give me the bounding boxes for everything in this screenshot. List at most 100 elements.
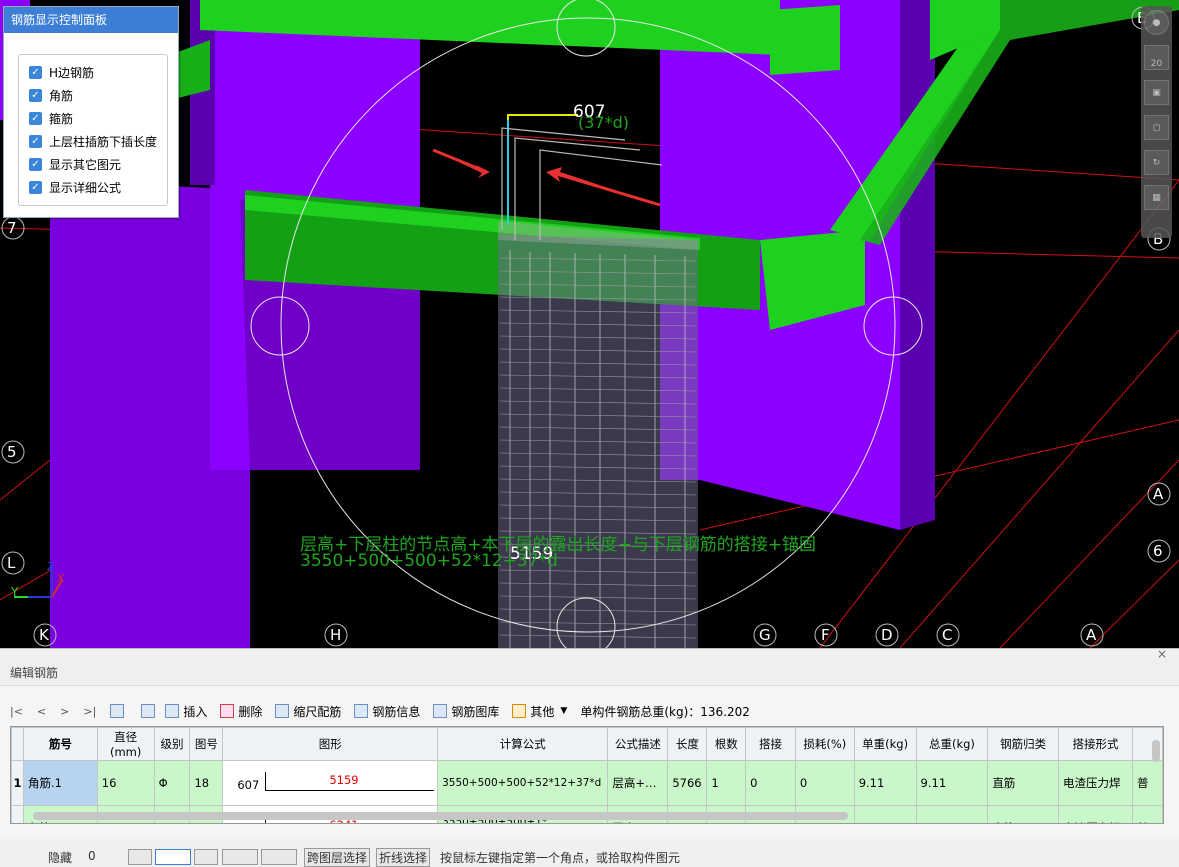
cell-count[interactable]: 1: [706, 760, 747, 806]
other-label: 其他: [530, 704, 555, 719]
cell-category[interactable]: 直筋: [987, 805, 1060, 823]
dim-top-formula: (37*d): [578, 113, 629, 132]
cell-lap[interactable]: 0: [745, 760, 796, 806]
3d-viewport[interactable]: 7 5 L K H G F D C A E B A 6 Y Z X 607 (3…: [0, 0, 1179, 648]
rebar-library-button[interactable]: 钢筋图库: [433, 703, 499, 720]
column-header[interactable]: 根数: [706, 727, 747, 761]
last-record-button[interactable]: >|: [83, 705, 96, 718]
add-toggle[interactable]: [261, 849, 297, 865]
polyline-select-button[interactable]: 折线选择: [376, 848, 431, 867]
cell-loss[interactable]: 0: [794, 760, 855, 806]
checkbox-checked-icon[interactable]: ✓: [29, 135, 42, 148]
cell-bar-name[interactable]: 角筋.1: [22, 760, 98, 806]
cell-category[interactable]: 直筋: [987, 760, 1060, 806]
insert-icon: [165, 704, 180, 718]
option-label: 上层柱插筋下插长度: [49, 135, 158, 149]
axis-label-g: G: [759, 626, 771, 644]
row-number[interactable]: 2: [11, 805, 24, 823]
option-stirrup[interactable]: ✓ 箍筋: [19, 107, 167, 130]
next-record-button[interactable]: >: [60, 705, 69, 718]
delete-button[interactable]: 删除: [220, 703, 262, 720]
checkbox-checked-icon[interactable]: ✓: [29, 89, 42, 102]
option-detailed-formula[interactable]: ✓ 显示详细公式: [19, 176, 167, 199]
first-record-button[interactable]: |<: [10, 705, 23, 718]
cell-lap-form[interactable]: 电渣压力焊: [1058, 805, 1133, 823]
cell-formula[interactable]: 3550+500+500+52*12+37*d: [437, 760, 609, 806]
horizontal-scrollbar[interactable]: [33, 812, 848, 820]
view-toolbar: ● 20 ▣ ◻ ↻ ▦: [1141, 6, 1172, 238]
column-header[interactable]: 图号: [189, 727, 224, 761]
editor-toolbar: |< < > >| 插入 删除 缩尺配筋 钢筋信息 钢筋图库 其他 ▼ 单构件钢筋…: [10, 696, 1160, 726]
cell-figure-no[interactable]: 18: [189, 760, 224, 806]
cell-unit-weight[interactable]: 10.82: [853, 805, 917, 823]
sphere-icon[interactable]: ●: [1144, 10, 1169, 35]
table-row[interactable]: 1 角筋.1 16 Φ 18 607 5159 3550+500+500+52*…: [11, 760, 1163, 806]
column-header[interactable]: 级别: [153, 727, 191, 761]
vertical-scrollbar[interactable]: [1152, 740, 1160, 762]
checkbox-checked-icon[interactable]: ✓: [29, 66, 42, 79]
option-corner-rebar[interactable]: ✓ 角筋: [19, 84, 167, 107]
cell-total-weight[interactable]: 9.11: [915, 760, 989, 806]
cell-lap-form[interactable]: 电渣压力焊: [1058, 760, 1133, 806]
cell-extra[interactable]: 普: [1131, 805, 1163, 823]
scale-rebar-button[interactable]: 缩尺配筋: [275, 703, 341, 720]
document-icon: [354, 704, 369, 718]
option-dowel-length[interactable]: ✓ 上层柱插筋下插长度: [19, 130, 167, 153]
column-header[interactable]: 长度: [667, 727, 708, 761]
cell-extra[interactable]: 普: [1131, 760, 1163, 806]
cross-layer-select-button[interactable]: 跨图层选择: [304, 848, 371, 867]
column-header[interactable]: 钢筋归类: [987, 727, 1060, 761]
option-label: 显示详细公式: [49, 181, 122, 195]
panel-header-strip: ×: [0, 647, 1179, 661]
rebar-display-panel: 钢筋显示控制面板 ✓ H边钢筋 ✓ 角筋 ✓ 箍筋 ✓ 上层柱插筋下插长度 ✓ 显示其它图…: [3, 6, 179, 218]
status-hint: 按鼠标左键指定第一个角点，或拾取构件图元: [440, 851, 681, 865]
option-other-elements[interactable]: ✓ 显示其它图元: [19, 153, 167, 176]
snap-toggle[interactable]: [194, 849, 218, 865]
formula-expression: 3550+500+500+52*12+37*d: [300, 551, 558, 571]
ortho-toggle[interactable]: [128, 849, 152, 865]
editor-title: 编辑钢筋: [0, 661, 1179, 686]
cell-unit-weight[interactable]: 9.11: [853, 760, 917, 806]
row-number[interactable]: 1: [11, 760, 24, 806]
checkbox-checked-icon[interactable]: ✓: [29, 181, 42, 194]
cell-formula-desc[interactable]: 层高+…: [607, 760, 669, 806]
rotate-icon[interactable]: ↻: [1144, 150, 1169, 175]
angle-toggle[interactable]: [222, 849, 258, 865]
column-header[interactable]: 损耗(%): [794, 727, 855, 761]
column-header[interactable]: 公式描述: [607, 727, 669, 761]
close-icon[interactable]: ×: [1157, 647, 1167, 661]
cell-total-weight[interactable]: 10.82: [915, 805, 989, 823]
option-label: 显示其它图元: [49, 158, 122, 172]
prev-record-button[interactable]: <: [37, 705, 46, 718]
column-header[interactable]: 单重(kg): [853, 727, 917, 761]
cell-shape[interactable]: 607 5159: [222, 760, 439, 806]
checkbox-checked-icon[interactable]: ✓: [29, 158, 42, 171]
rebar-info-button[interactable]: 钢筋信息: [354, 703, 420, 720]
column-header[interactable]: 搭接: [745, 727, 796, 761]
column-header[interactable]: 直径(mm): [96, 727, 155, 761]
2d-view-icon[interactable]: 20: [1144, 45, 1169, 70]
move-down-button[interactable]: [141, 704, 159, 718]
option-h-edge-rebar[interactable]: ✓ H边钢筋: [19, 61, 167, 84]
insert-button[interactable]: 插入: [165, 703, 207, 720]
scale-icon: [275, 704, 290, 718]
insert-label: 插入: [183, 704, 208, 719]
cell-length[interactable]: 5766: [667, 760, 708, 806]
column-header[interactable]: 总重(kg): [915, 727, 989, 761]
grid-icon[interactable]: ▦: [1144, 185, 1169, 210]
column-header[interactable]: 计算公式: [437, 727, 609, 761]
move-up-button[interactable]: [110, 704, 128, 718]
box-outline-icon[interactable]: ◻: [1144, 115, 1169, 140]
checkbox-checked-icon[interactable]: ✓: [29, 112, 42, 125]
column-header[interactable]: 图形: [222, 727, 439, 761]
hide-label: 隐藏: [48, 851, 73, 865]
cell-diameter[interactable]: 16: [96, 760, 155, 806]
axis-label-c: C: [942, 626, 953, 644]
select-mode-toggle[interactable]: [155, 849, 191, 865]
cell-grade[interactable]: Φ: [153, 760, 191, 806]
3d-box-icon[interactable]: ▣: [1144, 80, 1169, 105]
column-header[interactable]: 搭接形式: [1058, 727, 1133, 761]
other-dropdown[interactable]: 其他 ▼: [512, 703, 567, 720]
panel-options: ✓ H边钢筋 ✓ 角筋 ✓ 箍筋 ✓ 上层柱插筋下插长度 ✓ 显示其它图元 ✓ 显示详细公式: [18, 54, 168, 206]
column-header[interactable]: 筋号: [22, 727, 98, 761]
